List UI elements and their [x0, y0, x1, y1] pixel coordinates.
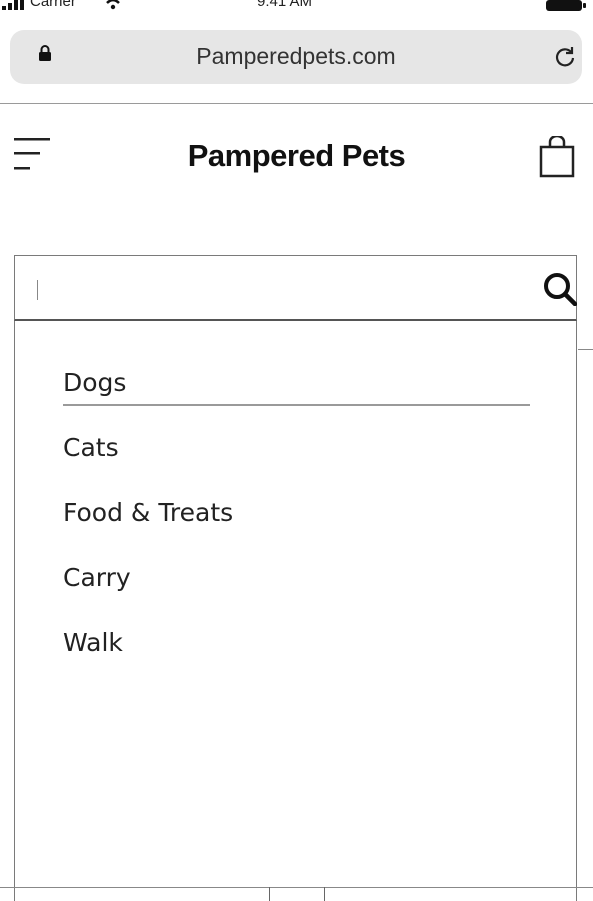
bottom-tick — [324, 887, 325, 901]
reload-icon[interactable] — [553, 45, 577, 69]
background-divider — [578, 349, 593, 350]
search-icon[interactable] — [543, 272, 577, 306]
search-box[interactable] — [14, 255, 577, 321]
text-caret — [37, 280, 38, 300]
clock: 9:41 AM — [257, 0, 313, 10]
battery-icon — [546, 0, 586, 11]
suggestion-cats[interactable]: Cats — [63, 433, 119, 462]
carrier-label: Carrier — [30, 0, 76, 10]
signal-icon — [2, 0, 24, 10]
address-bar[interactable]: Pamperedpets.com — [10, 30, 582, 84]
search-suggestions-dropdown: Dogs Cats Food & Treats Carry Walk — [14, 321, 577, 901]
suggestion-walk[interactable]: Walk — [63, 628, 123, 657]
suggestion-dogs[interactable]: Dogs — [63, 368, 126, 397]
shopping-bag-icon[interactable] — [538, 136, 576, 178]
suggestion-carry[interactable]: Carry — [63, 563, 131, 592]
highlight-underline — [63, 404, 530, 406]
status-bar: Carrier 9:41 AM — [0, 0, 593, 22]
search-input[interactable] — [45, 268, 515, 308]
bottom-divider — [0, 887, 593, 888]
browser-divider — [0, 103, 593, 104]
url-text[interactable]: Pamperedpets.com — [10, 43, 582, 70]
brand-logo[interactable]: Pampered Pets — [0, 138, 593, 174]
bottom-tick — [269, 887, 270, 901]
wifi-icon — [103, 0, 123, 10]
suggestion-food-treats[interactable]: Food & Treats — [63, 498, 233, 527]
